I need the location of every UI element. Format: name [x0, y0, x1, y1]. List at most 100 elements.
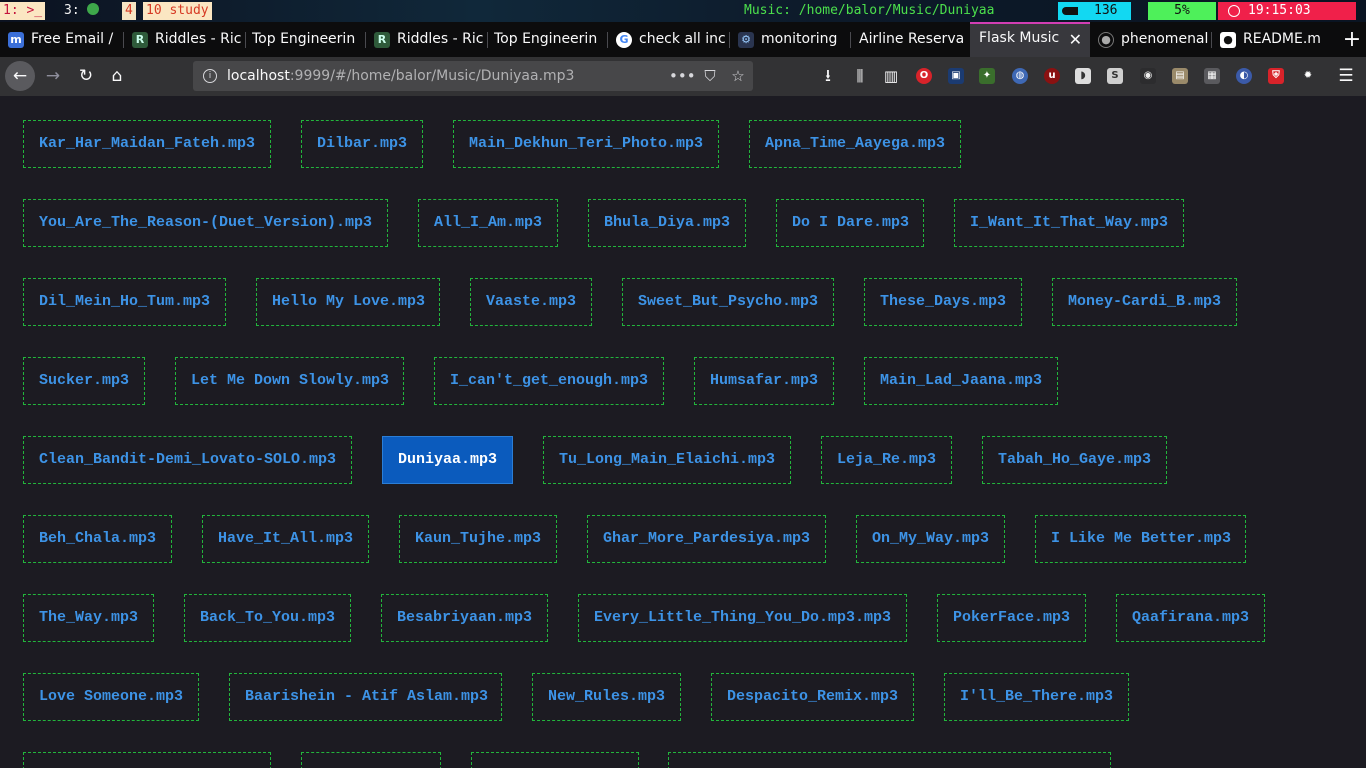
tab-airline[interactable]: Airline Reserva [851, 22, 970, 57]
song-button[interactable]: Bhula_Diya.mp3 [588, 199, 746, 247]
globe-extension-icon[interactable]: ◍ [1012, 68, 1028, 84]
tab-readme[interactable]: ● README.m [1212, 22, 1334, 57]
song-button[interactable]: Beh_Chala.mp3 [23, 515, 172, 563]
song-button[interactable]: All_I_Am.mp3 [418, 199, 558, 247]
volume-module[interactable]: 136 [1058, 2, 1131, 20]
home-button[interactable]: ⌂ [103, 62, 131, 90]
song-button[interactable]: On_My_Way.mp3 [856, 515, 1005, 563]
tab-title: monitoring [761, 31, 838, 47]
song-button[interactable]: PokerFace.mp3 [937, 594, 1086, 642]
song-button[interactable]: Hello My Love.mp3 [256, 278, 440, 326]
tab-title: Riddles - Ric [155, 31, 242, 47]
navigation-bar: ← → ↻ ⌂ i localhost:9999/#/home/balor/Mu… [0, 57, 1366, 96]
opera-extension-icon[interactable]: O [916, 68, 932, 84]
song-button[interactable]: Dilbar.mp3 [301, 120, 423, 168]
tab-riddles-1[interactable]: R Riddles - Ric [124, 22, 246, 57]
bookmark-star-icon[interactable]: ☆ [726, 61, 750, 91]
mask-extension-icon[interactable]: ◉ [1140, 68, 1156, 84]
page-actions-icon[interactable]: ••• [669, 61, 696, 91]
url-bar[interactable]: i localhost:9999/#/home/balor/Music/Duni… [193, 61, 753, 91]
song-button[interactable]: I'll_Be_There.mp3 [944, 673, 1129, 721]
song-button[interactable]: Let Me Down Slowly.mp3 [175, 357, 404, 405]
song-button[interactable]: Every_Little_Thing_You_Do.mp3.mp3 [578, 594, 907, 642]
new-tab-button[interactable]: + [1338, 22, 1366, 57]
song-button[interactable]: Tu_Long_Main_Elaichi.mp3 [543, 436, 791, 484]
extension-icon[interactable]: ✦ [979, 68, 995, 84]
tab-flask-music[interactable]: Flask Music ✕ [970, 22, 1090, 57]
url-text: localhost:9999/#/home/balor/Music/Duniya… [227, 61, 574, 91]
song-button[interactable]: Love Someone.mp3 [23, 673, 199, 721]
shield-extension-icon[interactable]: ⛨ [1268, 68, 1284, 84]
github-icon: ● [1220, 32, 1236, 48]
song-button[interactable] [668, 752, 1111, 768]
song-button[interactable]: Leja_Re.mp3 [821, 436, 952, 484]
song-button[interactable]: Money-Cardi_B.mp3 [1052, 278, 1237, 326]
forward-button[interactable]: → [39, 62, 67, 90]
tab-check-all[interactable]: G check all inc [608, 22, 730, 57]
song-button[interactable]: Do I Dare.mp3 [776, 199, 924, 247]
song-button[interactable]: Clean_Bandit-Demi_Lovato-SOLO.mp3 [23, 436, 352, 484]
volume-value: 136 [1094, 3, 1118, 18]
extension-icon[interactable]: ▤ [1172, 68, 1188, 84]
pocket-icon[interactable]: ⛉ [698, 61, 722, 91]
song-button[interactable]: Baarishein - Atif Aslam.mp3 [229, 673, 502, 721]
tab-top-engineering-1[interactable]: Top Engineerin [246, 22, 366, 57]
ublock-icon[interactable]: u [1044, 68, 1060, 84]
extension-icon[interactable]: ◐ [1236, 68, 1252, 84]
mail-icon: m [8, 32, 24, 48]
tab-top-engineering-2[interactable]: Top Engineerin [488, 22, 608, 57]
library-button[interactable]: ⫼ [846, 62, 874, 90]
song-button[interactable]: Despacito_Remix.mp3 [711, 673, 914, 721]
grid-extension-icon[interactable]: ▦ [1204, 68, 1220, 84]
song-button[interactable]: Kaun_Tujhe.mp3 [399, 515, 557, 563]
battery-value: 5% [1174, 3, 1190, 18]
current-song-button[interactable]: Duniyaa.mp3 [382, 436, 513, 484]
song-button[interactable]: Back_To_You.mp3 [184, 594, 351, 642]
extension-icon[interactable]: ▣ [948, 68, 964, 84]
song-button[interactable]: Humsafar.mp3 [694, 357, 834, 405]
song-button[interactable]: Ghar_More_Pardesiya.mp3 [587, 515, 826, 563]
tab-riddles-2[interactable]: R Riddles - Ric [366, 22, 488, 57]
tab-free-email[interactable]: m Free Email / [0, 22, 124, 57]
song-button[interactable]: The_Way.mp3 [23, 594, 154, 642]
workspace-4[interactable]: 4 [122, 2, 136, 20]
song-button[interactable]: Apna_Time_Aayega.mp3 [749, 120, 961, 168]
tab-phenomenal[interactable]: ● phenomenal [1090, 22, 1212, 57]
workspace-3[interactable]: 3: [61, 2, 102, 20]
extension-icon[interactable]: ✹ [1300, 68, 1316, 84]
clock-module: 19:15:03 [1218, 2, 1356, 20]
close-tab-icon[interactable]: ✕ [1069, 24, 1082, 56]
song-button[interactable]: Main_Dekhun_Teri_Photo.mp3 [453, 120, 719, 168]
song-button[interactable]: Tabah_Ho_Gaye.mp3 [982, 436, 1167, 484]
sidebar-button[interactable]: ▥ [877, 62, 905, 90]
song-button[interactable]: I_Want_It_That_Way.mp3 [954, 199, 1184, 247]
song-list: Kar_Har_Maidan_Fateh.mp3 Dilbar.mp3 Main… [0, 96, 1366, 768]
song-button[interactable]: You_Are_The_Reason-(Duet_Version).mp3 [23, 199, 388, 247]
back-button[interactable]: ← [5, 61, 35, 91]
workspace-10[interactable]: 10 study [143, 2, 212, 20]
song-button[interactable]: Vaaste.mp3 [470, 278, 592, 326]
song-button[interactable] [23, 752, 271, 768]
shield-icon[interactable]: ◗ [1075, 68, 1091, 84]
song-button[interactable]: I Like Me Better.mp3 [1035, 515, 1246, 563]
song-button[interactable]: I_can't_get_enough.mp3 [434, 357, 664, 405]
song-button[interactable]: Besabriyaan.mp3 [381, 594, 548, 642]
song-button[interactable] [301, 752, 441, 768]
s-extension-icon[interactable]: S [1107, 68, 1123, 84]
song-button[interactable]: Have_It_All.mp3 [202, 515, 369, 563]
song-button[interactable]: Sucker.mp3 [23, 357, 145, 405]
song-button[interactable]: Dil_Mein_Ho_Tum.mp3 [23, 278, 226, 326]
song-button[interactable]: New_Rules.mp3 [532, 673, 681, 721]
tab-monitoring[interactable]: ⚙ monitoring [730, 22, 851, 57]
song-button[interactable]: These_Days.mp3 [864, 278, 1022, 326]
song-button[interactable] [471, 752, 639, 768]
song-button[interactable]: Qaafirana.mp3 [1116, 594, 1265, 642]
r-logo-icon: R [374, 32, 390, 48]
song-button[interactable]: Sweet_But_Psycho.mp3 [622, 278, 834, 326]
song-button[interactable]: Kar_Har_Maidan_Fateh.mp3 [23, 120, 271, 168]
workspace-1[interactable]: 1: >_ [0, 2, 46, 20]
song-button[interactable]: Main_Lad_Jaana.mp3 [864, 357, 1058, 405]
menu-button[interactable]: ☰ [1332, 62, 1360, 90]
reload-button[interactable]: ↻ [72, 62, 100, 90]
downloads-button[interactable]: ⭳ [814, 62, 842, 90]
